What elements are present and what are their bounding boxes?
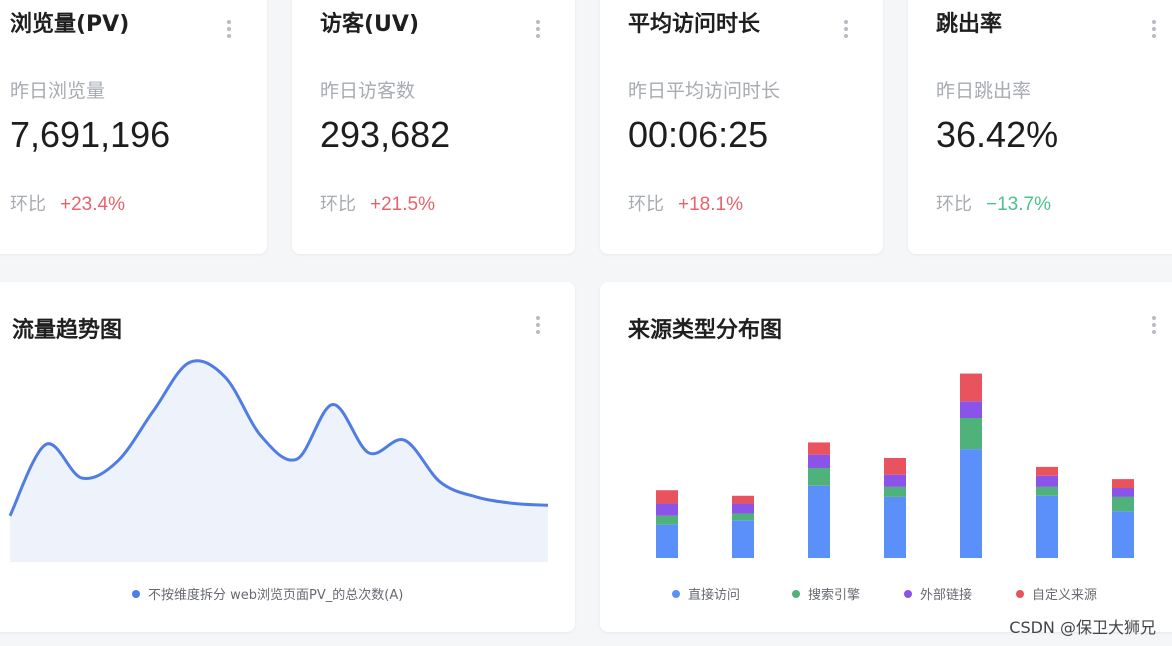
trend-legend: 不按维度拆分 web浏览页面PV_的总次数(A) [132,584,403,603]
watermark: CSDN @保卫大狮兄 [1009,618,1156,637]
kpi-card-pv: 浏览量(PV) 昨日浏览量 7,691,196 环比 +23.4% [0,0,267,254]
legend-label: 外部链接 [920,588,973,603]
kpi-card-uv: 访客(UV) 昨日访客数 293,682 环比 +21.5% [292,0,575,254]
legend-dot [792,589,801,598]
bar-segment[interactable] [808,454,830,468]
kpi-value: 00:06:25 [628,114,769,155]
bar-segment[interactable] [960,449,982,558]
legend-item-external: 外部链接 [904,584,972,603]
bar-segment[interactable] [732,495,754,504]
kpi-change: +23.4% [60,194,125,215]
legend-dot [672,589,680,598]
kpi-card-bounce-rate: 跳出率 昨日跳出率 36.42% 环比 −13.7% [908,0,1172,254]
kpi-title: 平均访问时长 [628,12,761,37]
more-options-icon[interactable] [1151,20,1157,44]
kpi-title: 浏览量(PV) [10,12,130,37]
kpi-change: −13.7% [986,194,1051,215]
bar-segment[interactable] [808,468,830,486]
bar-segment[interactable] [1112,496,1134,512]
bar-segment[interactable] [884,474,906,487]
source-type-chart [656,373,1134,558]
bar-segment[interactable] [656,503,678,516]
bar-segment[interactable] [960,401,982,418]
source-legend: 直接访问 搜索引擎 外部链接 自定义来源 [672,584,1097,603]
more-options-icon[interactable] [843,20,849,44]
legend-label: 直接访问 [688,588,741,603]
legend-item-direct: 直接访问 [672,584,740,603]
kpi-compare: 环比 −13.7% [936,190,1051,216]
kpi-card-avg-duration: 平均访问时长 昨日平均访问时长 00:06:25 环比 +18.1% [600,0,883,254]
kpi-compare-label: 环比 [320,194,356,215]
kpi-value: 36.42% [936,114,1059,155]
bar-segment[interactable] [656,524,678,558]
more-options-icon[interactable] [535,20,541,44]
legend-item-search: 搜索引擎 [792,584,860,603]
bar-segment[interactable] [884,458,906,475]
bar-segment[interactable] [884,486,906,497]
bar-segment[interactable] [808,485,830,558]
bar-segment[interactable] [732,513,754,521]
bar-segment[interactable] [732,520,754,558]
bar-segment[interactable] [656,490,678,504]
bar-segment[interactable] [1036,475,1058,487]
kpi-title: 访客(UV) [320,12,420,37]
bar-segment[interactable] [1112,479,1134,488]
bar-segment[interactable] [960,418,982,450]
kpi-compare-label: 环比 [10,194,46,215]
kpi-change: +21.5% [370,194,435,215]
kpi-value: 293,682 [320,114,451,155]
bar-segment[interactable] [884,496,906,558]
kpi-label: 昨日平均访问时长 [628,80,781,102]
bar-segment[interactable] [1112,488,1134,497]
kpi-label: 昨日访客数 [320,80,416,102]
more-options-icon[interactable] [226,20,232,44]
legend-dot [1016,589,1025,598]
kpi-title: 跳出率 [936,12,1003,37]
legend-dot [132,589,140,598]
legend-item-custom: 自定义来源 [1016,584,1097,603]
bar-segment[interactable] [1036,495,1058,558]
bar-segment[interactable] [1036,486,1058,496]
traffic-trend-card: 流量趋势图 不按维度拆分 web浏览页面PV_的总次数(A) [0,282,575,632]
bar-segment[interactable] [732,503,754,514]
legend-label: 搜索引擎 [808,588,861,603]
bar-segment[interactable] [808,442,830,455]
legend-label: 不按维度拆分 web浏览页面PV_的总次数(A) [148,588,404,603]
bar-segment[interactable] [1036,466,1058,476]
legend-dot [904,589,913,598]
bar-segment[interactable] [1112,511,1134,558]
kpi-compare: 环比 +18.1% [628,190,743,216]
trend-area [10,360,548,562]
kpi-compare: 环比 +23.4% [10,190,125,216]
kpi-compare: 环比 +21.5% [320,190,435,216]
kpi-compare-label: 环比 [936,194,972,215]
source-type-card: 来源类型分布图 直接访问 搜索引擎 外部链接 自定义来源 [600,282,1172,632]
kpi-label: 昨日浏览量 [10,80,106,102]
bar-segment[interactable] [656,515,678,525]
bar-segment[interactable] [960,373,982,402]
legend-label: 自定义来源 [1032,588,1098,603]
kpi-change: +18.1% [678,194,743,215]
kpi-value: 7,691,196 [10,114,171,155]
kpi-label: 昨日跳出率 [936,80,1032,102]
kpi-compare-label: 环比 [628,194,664,215]
